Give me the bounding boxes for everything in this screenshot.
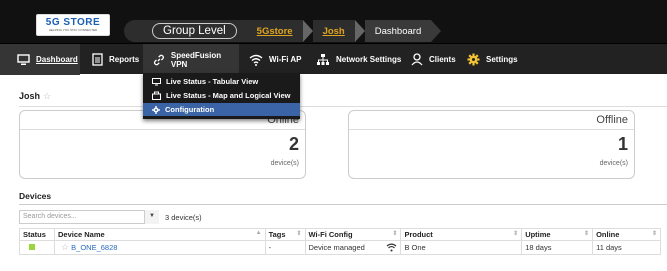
online-cell: 11 days: [592, 240, 661, 255]
logo-tagline: HELPING YOU STAY CONNECTED: [48, 28, 98, 32]
card-count: 2: [288, 134, 299, 154]
sort-icon[interactable]: ⇕: [296, 230, 301, 237]
search-devices-input[interactable]: Search devices...: [19, 210, 159, 224]
menu-item-label: Configuration: [165, 105, 215, 114]
breadcrumb-separator: [431, 20, 442, 42]
card-unit: device(s): [599, 160, 628, 167]
device-name-cell: ☆ B_ONE_6828: [53, 240, 266, 255]
devices-table: Status Device Name ▲ Tags ⇕ Wi-Fi Config ⇕ …: [19, 228, 661, 255]
org-link[interactable]: 5Gstore: [257, 26, 293, 37]
breadcrumb-separator: [302, 20, 313, 42]
search-dropdown-button[interactable]: ▼: [144, 210, 159, 224]
devices-heading: Devices: [19, 191, 52, 201]
tags-cell: -: [264, 240, 306, 255]
sort-asc-icon[interactable]: ▲: [256, 230, 262, 236]
main-nav: Dashboard Reports SpeedFusion VPN Wi-Fi …: [0, 43, 667, 75]
nav-label: SpeedFusion VPN: [170, 50, 222, 69]
card-status: Offline: [349, 111, 634, 130]
sort-icon[interactable]: ⇕: [652, 230, 657, 237]
nav-label: Settings: [486, 55, 518, 64]
column-header-status[interactable]: Status: [19, 228, 55, 241]
logo-name: 5G STORE: [45, 17, 101, 28]
network-icon: [317, 54, 329, 65]
table-row[interactable]: ☆ B_ONE_6828 - Device managed B One 18 d…: [19, 240, 661, 255]
user-icon: [411, 53, 423, 66]
breadcrumb: Group Level 5Gstore Josh Dashboard: [124, 20, 442, 42]
breadcrumb-device[interactable]: Josh: [312, 20, 355, 42]
column-header-product[interactable]: Product ⇕: [400, 228, 523, 241]
monitor-icon: [152, 77, 161, 85]
monitor-icon: [17, 53, 30, 65]
device-count: 3 device(s): [165, 213, 202, 222]
group-level-button[interactable]: Group Level: [152, 23, 237, 39]
menu-item-label: Live Status - Map and Logical View: [166, 91, 291, 100]
wifi-config-value: Device managed: [308, 243, 365, 252]
sort-icon[interactable]: ⇕: [584, 230, 589, 237]
online-status-icon: [29, 244, 35, 250]
nav-label: Network Settings: [336, 55, 402, 64]
gear-icon: [467, 53, 480, 66]
divider: [19, 106, 667, 107]
nav-wifi-ap[interactable]: Wi-Fi AP: [249, 44, 302, 75]
menu-item-configuration[interactable]: Configuration: [143, 103, 300, 116]
table-header-row: Status Device Name ▲ Tags ⇕ Wi-Fi Config ⇕ …: [19, 228, 661, 241]
wifi-icon: [387, 243, 397, 252]
uptime-cell: 18 days: [521, 240, 594, 255]
top-bar: 5G STORE HELPING YOU STAY CONNECTED Grou…: [0, 0, 667, 43]
gear-icon: [152, 105, 160, 114]
column-header-tags[interactable]: Tags ⇕: [264, 228, 306, 241]
speedfusion-dropdown-menu: Live Status - Tabular View Live Status -…: [143, 73, 300, 119]
map-icon: [152, 91, 161, 100]
breadcrumb-org[interactable]: 5Gstore: [246, 20, 303, 42]
favorite-star-icon[interactable]: ☆: [43, 91, 51, 101]
status-cell: [19, 240, 55, 255]
wifi-config-cell: Device managed: [304, 240, 402, 255]
nav-network-settings[interactable]: Network Settings: [316, 44, 401, 75]
link-icon: [153, 54, 164, 65]
nav-label: Reports: [109, 55, 140, 64]
card-unit: device(s): [270, 160, 299, 167]
offline-devices-card[interactable]: Offline 1 device(s): [348, 110, 635, 179]
product-cell: B One: [400, 240, 523, 255]
column-header-device-name[interactable]: Device Name ▲: [53, 228, 266, 241]
nav-label: Clients: [429, 55, 456, 64]
menu-item-live-status-map[interactable]: Live Status - Map and Logical View: [143, 90, 300, 101]
sort-icon[interactable]: ⇕: [513, 230, 518, 237]
device-link[interactable]: Josh: [323, 26, 345, 37]
nav-label: Wi-Fi AP: [269, 55, 302, 64]
nav-dashboard[interactable]: Dashboard: [0, 44, 80, 75]
favorite-star-icon[interactable]: ☆: [61, 242, 69, 252]
wifi-icon: [249, 54, 263, 66]
sort-icon[interactable]: ⇕: [392, 230, 397, 237]
online-devices-card[interactable]: Online 2 device(s): [19, 110, 306, 179]
nav-clients[interactable]: Clients: [411, 44, 456, 75]
nav-settings[interactable]: Settings: [467, 44, 518, 75]
card-count: 1: [617, 134, 628, 154]
nav-reports[interactable]: Reports: [92, 44, 139, 75]
page-title: Josh ☆: [19, 91, 51, 102]
nav-speedfusion-vpn[interactable]: SpeedFusion VPN: [143, 44, 239, 75]
menu-item-label: Live Status - Tabular View: [166, 77, 259, 86]
page-title-text: Josh: [19, 91, 41, 101]
column-header-wifi-config[interactable]: Wi-Fi Config ⇕: [304, 228, 402, 241]
breadcrumb-group[interactable]: Group Level: [124, 20, 247, 42]
document-icon: [92, 53, 103, 66]
column-header-uptime[interactable]: Uptime ⇕: [521, 228, 594, 241]
menu-item-live-status-tabular[interactable]: Live Status - Tabular View: [143, 76, 300, 87]
breadcrumb-current: Dashboard: [364, 20, 432, 42]
device-name-link[interactable]: B_ONE_6828: [71, 243, 117, 252]
nav-label: Dashboard: [36, 55, 78, 64]
column-header-online[interactable]: Online ⇕: [592, 228, 661, 241]
logo[interactable]: 5G STORE HELPING YOU STAY CONNECTED: [36, 14, 110, 36]
breadcrumb-separator: [354, 20, 365, 42]
divider: [19, 204, 667, 205]
